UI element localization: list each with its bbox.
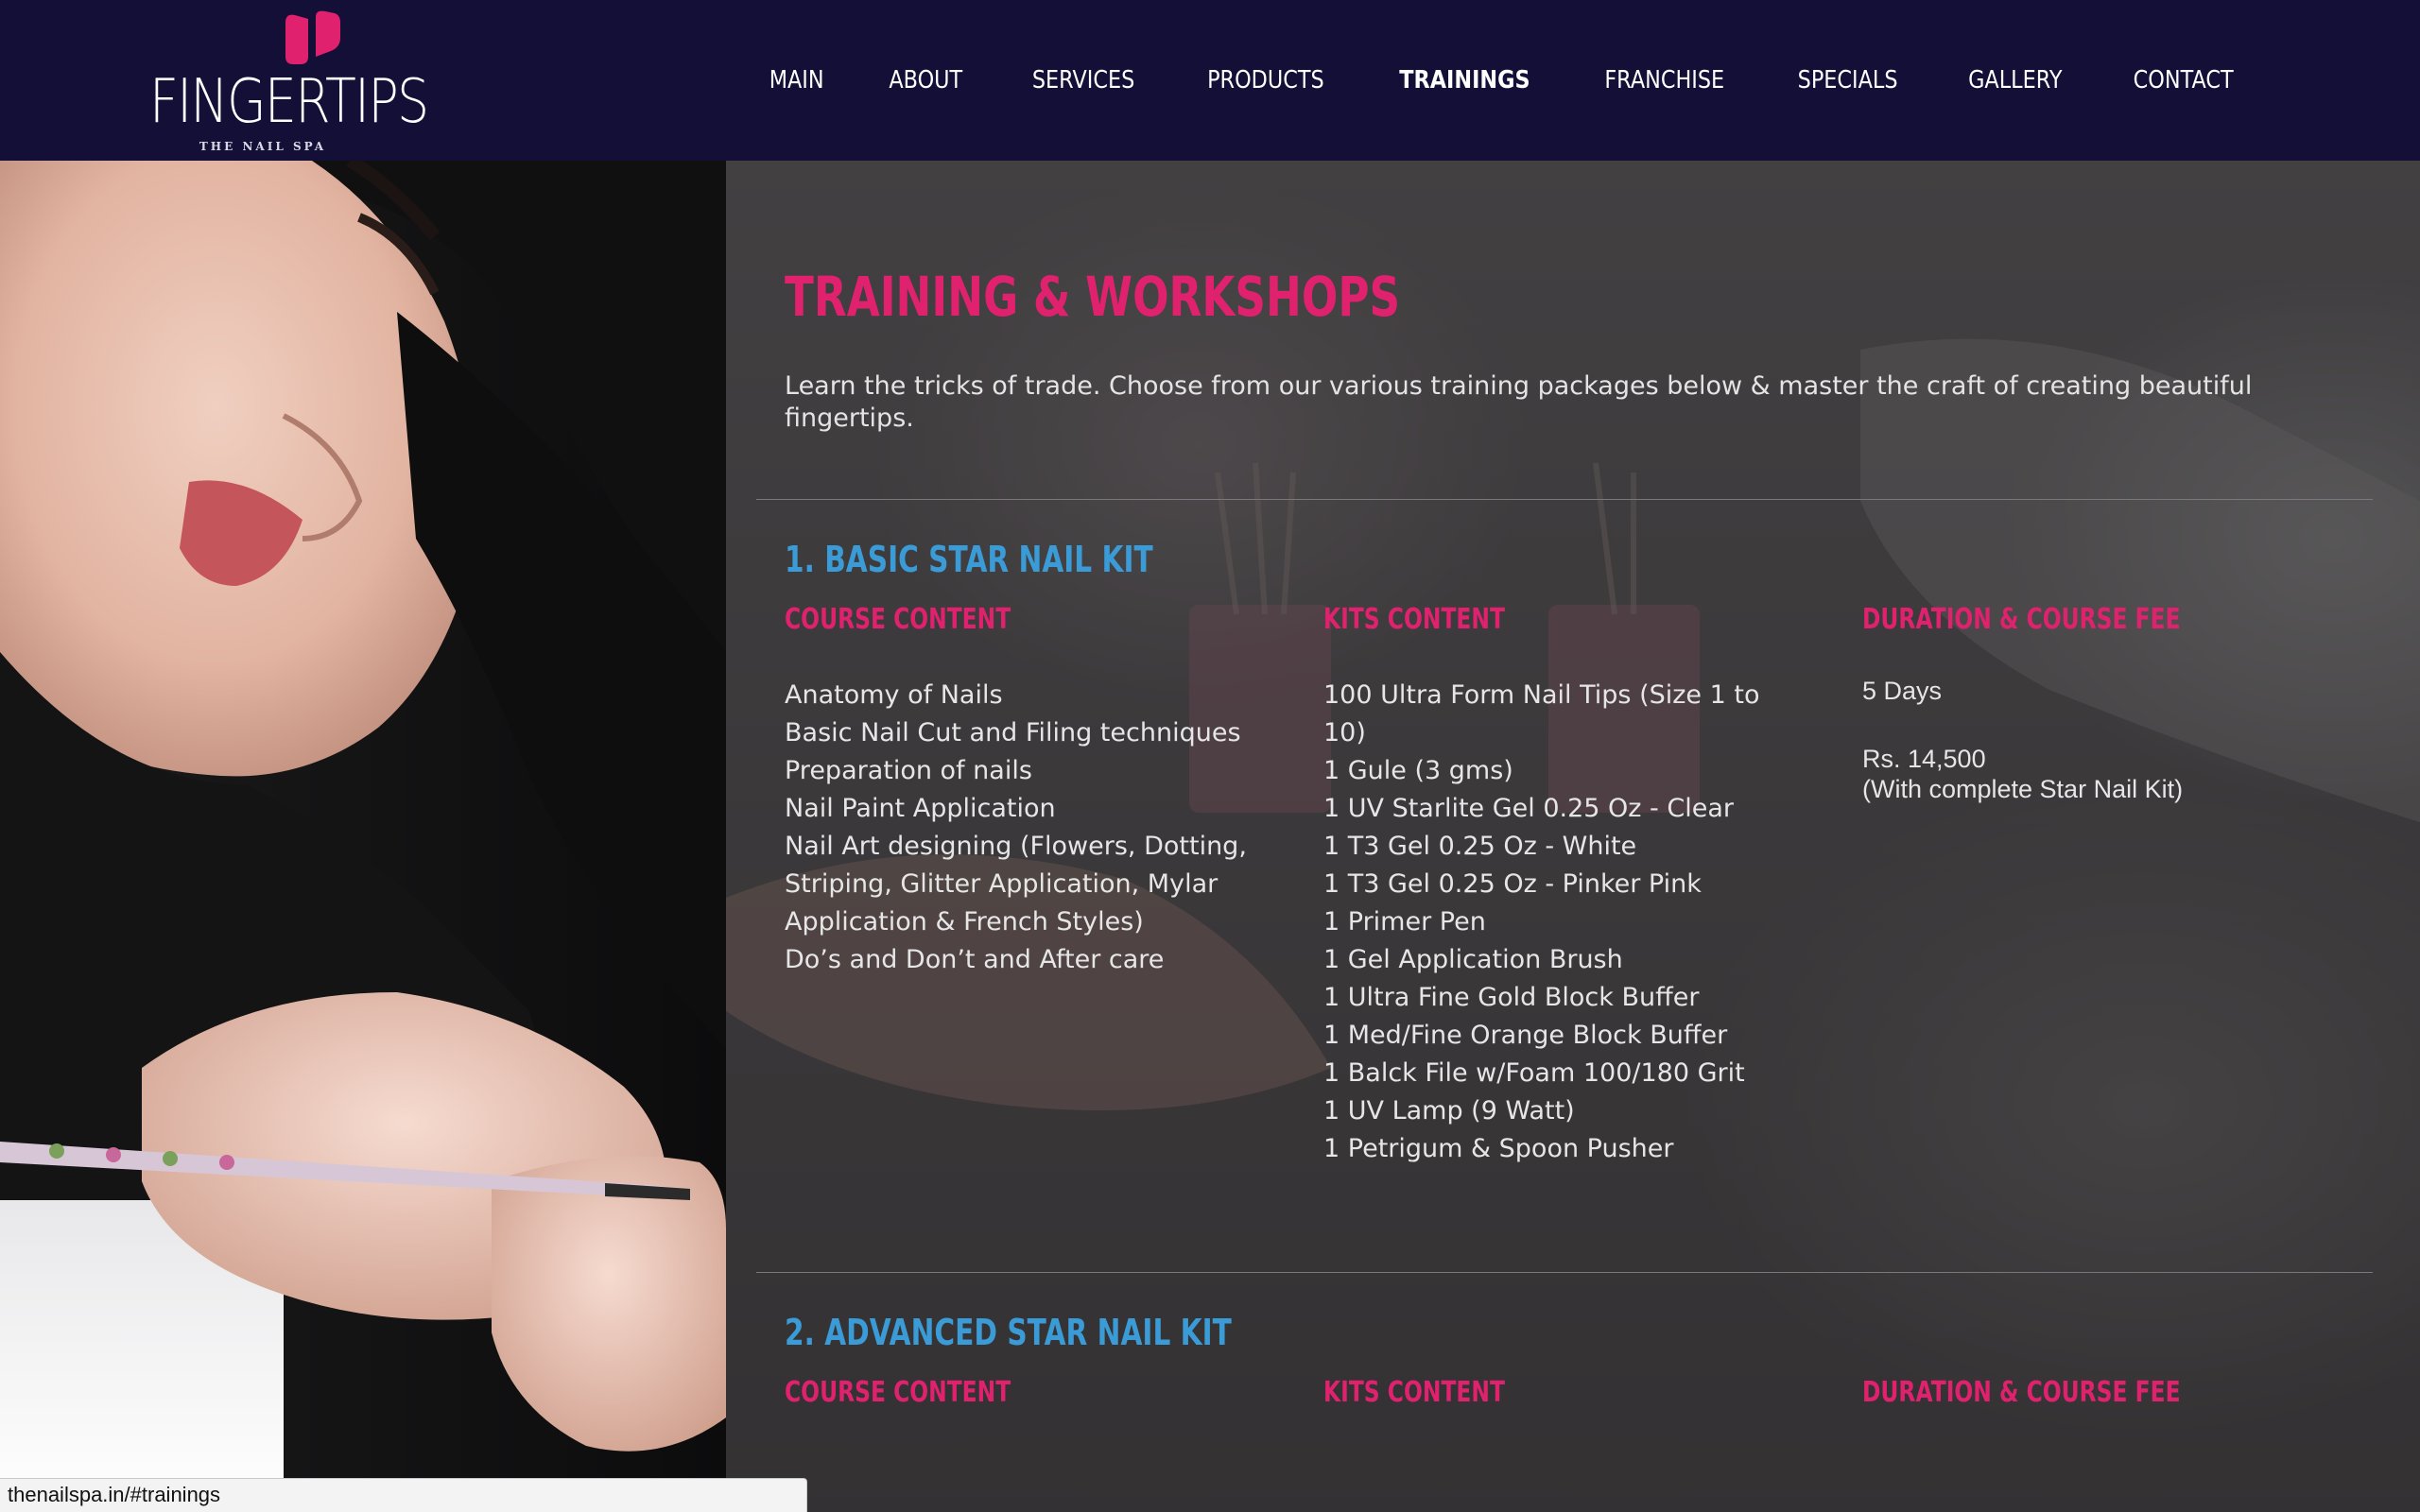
intro-text: Learn the tricks of trade. Choose from o… — [785, 371, 2253, 433]
trainings-section: TRAINING & WORKSHOPS Learn the tricks of… — [726, 161, 2420, 1512]
list-item: 10) — [1323, 718, 1366, 747]
list-item: 1 T3 Gel 0.25 Oz - White — [1323, 832, 1637, 861]
list-item: Striping, Glitter Application, Mylar — [785, 869, 1219, 899]
course-2-heading: 2. ADVANCED STAR NAIL KIT — [785, 1312, 1232, 1353]
course-fee-note: (With complete Star Nail Kit) — [1862, 775, 2184, 803]
nav-services[interactable]: SERVICES — [1008, 66, 1157, 94]
nav-contact[interactable]: CONTACT — [2109, 66, 2256, 94]
nav-specials[interactable]: SPECIALS — [1774, 66, 1922, 94]
list-item: 1 Med/Fine Orange Block Buffer — [1323, 1021, 1728, 1050]
list-item: Nail Art designing (Flowers, Dotting, — [785, 832, 1247, 861]
nav-products[interactable]: PRODUCTS — [1184, 66, 1348, 94]
course-fee: Rs. 14,500 — [1862, 745, 1986, 773]
list-item: 100 Ultra Form Nail Tips (Size 1 to — [1323, 680, 1760, 710]
list-item: 1 T3 Gel 0.25 Oz - Pinker Pink — [1323, 869, 1702, 899]
hero-photo — [0, 161, 726, 1512]
duration-fee-heading: DURATION & COURSE FEE — [1862, 1376, 2181, 1409]
course-duration: 5 Days — [1862, 677, 1943, 705]
nav-trainings[interactable]: TRAININGS — [1375, 66, 1553, 94]
course-content-heading: COURSE CONTENT — [785, 603, 1011, 636]
list-item: 1 Primer Pen — [1323, 907, 1486, 936]
petals-logo-icon — [285, 10, 340, 64]
browser-status-url: thenailspa.in/#trainings — [0, 1478, 807, 1512]
list-item: Anatomy of Nails — [785, 680, 1003, 710]
duration-fee-heading: DURATION & COURSE FEE — [1862, 603, 2181, 636]
course-content-list: Anatomy of Nails Basic Nail Cut and Fili… — [785, 677, 1276, 979]
site-header: FINGERTIPS THE NAIL SPA MAIN ABOUT SERVI… — [0, 0, 2420, 161]
section-divider — [756, 1272, 2373, 1273]
list-item: Basic Nail Cut and Filing techniques — [785, 718, 1241, 747]
list-item: Application & French Styles) — [785, 907, 1144, 936]
kits-content-heading: KITS CONTENT — [1323, 1376, 1505, 1409]
list-item: 1 Gel Application Brush — [1323, 945, 1623, 974]
list-item: 1 UV Starlite Gel 0.25 Oz - Clear — [1323, 794, 1734, 823]
brand-name: FINGERTIPS — [149, 67, 429, 137]
main-nav: MAIN ABOUT SERVICES PRODUCTS TRAININGS F… — [737, 0, 2269, 161]
list-item: 1 Gule (3 gms) — [1323, 756, 1513, 785]
nav-gallery[interactable]: GALLERY — [1945, 66, 2085, 94]
nav-main[interactable]: MAIN — [745, 66, 847, 94]
kits-content-heading: KITS CONTENT — [1323, 603, 1505, 636]
brand-logo[interactable]: FINGERTIPS THE NAIL SPA — [149, 9, 429, 156]
course-1-heading: 1. BASIC STAR NAIL KIT — [785, 539, 1153, 580]
list-item: Do’s and Don’t and After care — [785, 945, 1165, 974]
list-item: Nail Paint Application — [785, 794, 1056, 823]
list-item: Preparation of nails — [785, 756, 1032, 785]
nav-about[interactable]: ABOUT — [865, 66, 986, 94]
page-title: TRAINING & WORKSHOPS — [785, 265, 1401, 329]
course-content-heading: COURSE CONTENT — [785, 1376, 1011, 1409]
kits-content-list: 100 Ultra Form Nail Tips (Size 1 to 10) … — [1323, 677, 1815, 1168]
list-item: 1 Balck File w/Foam 100/180 Grit — [1323, 1058, 1745, 1088]
section-divider — [756, 499, 2373, 500]
nav-franchise[interactable]: FRANCHISE — [1582, 66, 1749, 94]
list-item: 1 Ultra Fine Gold Block Buffer — [1323, 983, 1700, 1012]
list-item: 1 Petrigum & Spoon Pusher — [1323, 1134, 1674, 1163]
list-item: 1 UV Lamp (9 Watt) — [1323, 1096, 1575, 1125]
woman-painting-nails-icon — [0, 161, 726, 1512]
brand-tagline: THE NAIL SPA — [199, 140, 327, 153]
duration-fee-block: 5 Days Rs. 14,500 (With complete Star Na… — [1862, 676, 2354, 804]
